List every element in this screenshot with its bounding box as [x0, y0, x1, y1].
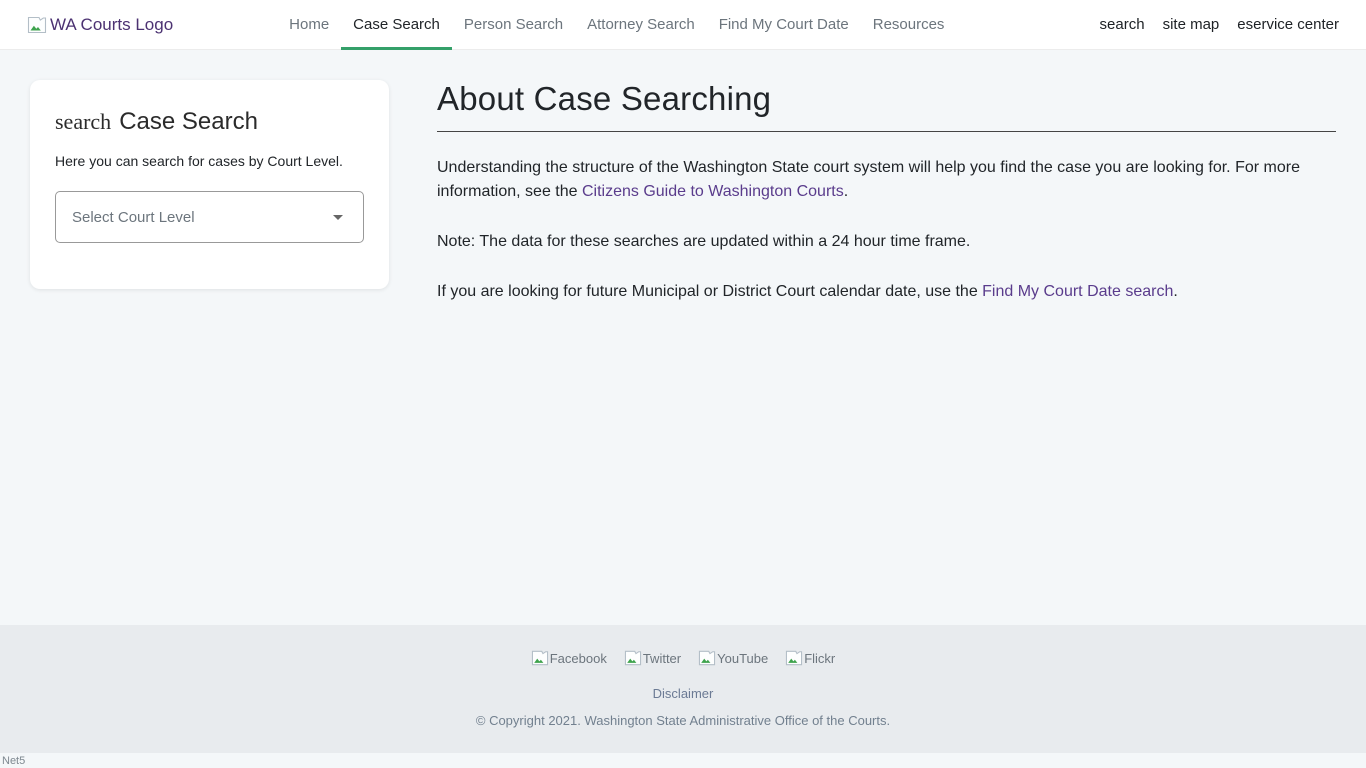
social-alt-text: YouTube — [717, 651, 768, 666]
nav-item-home[interactable]: Home — [277, 0, 341, 49]
find-my-court-date-link[interactable]: Find My Court Date search — [982, 283, 1173, 300]
broken-image-icon — [531, 650, 549, 666]
nav-item-person-search[interactable]: Person Search — [452, 0, 575, 49]
disclaimer-link[interactable]: Disclaimer — [653, 686, 714, 701]
browser-status-text: Net5 — [0, 755, 25, 767]
court-level-select[interactable]: Select Court Level — [55, 191, 364, 243]
top-navbar: WA Courts Logo Home Case Search Person S… — [0, 0, 1366, 50]
court-date-text-before: If you are looking for future Municipal … — [437, 283, 982, 300]
card-description: Here you can search for cases by Court L… — [55, 153, 364, 169]
broken-image-icon — [624, 650, 642, 666]
main-article: About Case Searching Understanding the s… — [437, 80, 1336, 304]
case-search-card-title: search Case Search — [55, 108, 364, 136]
wa-courts-logo-link[interactable]: WA Courts Logo — [27, 0, 173, 49]
intro-text-before: Understanding the structure of the Washi… — [437, 159, 1300, 200]
intro-paragraph: Understanding the structure of the Washi… — [437, 156, 1336, 204]
court-date-text-after: . — [1173, 283, 1177, 300]
page-footer: Facebook Twitter YouTube — [0, 625, 1366, 753]
court-date-paragraph: If you are looking for future Municipal … — [437, 280, 1336, 304]
nav-item-resources[interactable]: Resources — [861, 0, 957, 49]
note-paragraph: Note: The data for these searches are up… — [437, 230, 1336, 254]
citizens-guide-link[interactable]: Citizens Guide to Washington Courts — [582, 183, 844, 200]
broken-image-icon — [785, 650, 803, 666]
utility-nav: search site map eservice center — [1100, 0, 1339, 49]
copyright-text: © Copyright 2021. Washington State Admin… — [0, 713, 1366, 728]
broken-image-icon — [698, 650, 716, 666]
disclaimer-row: Disclaimer — [0, 685, 1366, 703]
logo-alt-text: WA Courts Logo — [50, 15, 173, 35]
utility-link-eservice-center[interactable]: eservice center — [1237, 16, 1339, 33]
utility-link-site-map[interactable]: site map — [1163, 16, 1220, 33]
nav-item-attorney-search[interactable]: Attorney Search — [575, 0, 707, 49]
court-level-select-value: Select Court Level — [72, 209, 195, 226]
utility-link-search[interactable]: search — [1100, 16, 1145, 33]
social-link-facebook[interactable]: Facebook — [531, 650, 607, 666]
nav-item-case-search[interactable]: Case Search — [341, 0, 452, 49]
social-link-twitter[interactable]: Twitter — [624, 650, 681, 666]
intro-text-after: . — [844, 183, 848, 200]
nav-item-find-my-court-date[interactable]: Find My Court Date — [707, 0, 861, 49]
main-nav: Home Case Search Person Search Attorney … — [277, 0, 956, 49]
social-alt-text: Flickr — [804, 651, 835, 666]
social-link-youtube[interactable]: YouTube — [698, 650, 768, 666]
page-content: search Case Search Here you can search f… — [0, 50, 1366, 625]
social-alt-text: Twitter — [643, 651, 681, 666]
search-icon: search — [55, 109, 111, 135]
card-title-text: Case Search — [119, 108, 258, 136]
social-links-row: Facebook Twitter YouTube — [0, 650, 1366, 666]
broken-image-icon — [27, 16, 47, 34]
case-search-card: search Case Search Here you can search f… — [30, 80, 389, 289]
chevron-down-icon — [333, 215, 343, 220]
social-alt-text: Facebook — [550, 651, 607, 666]
social-link-flickr[interactable]: Flickr — [785, 650, 835, 666]
page-title: About Case Searching — [437, 80, 1336, 132]
